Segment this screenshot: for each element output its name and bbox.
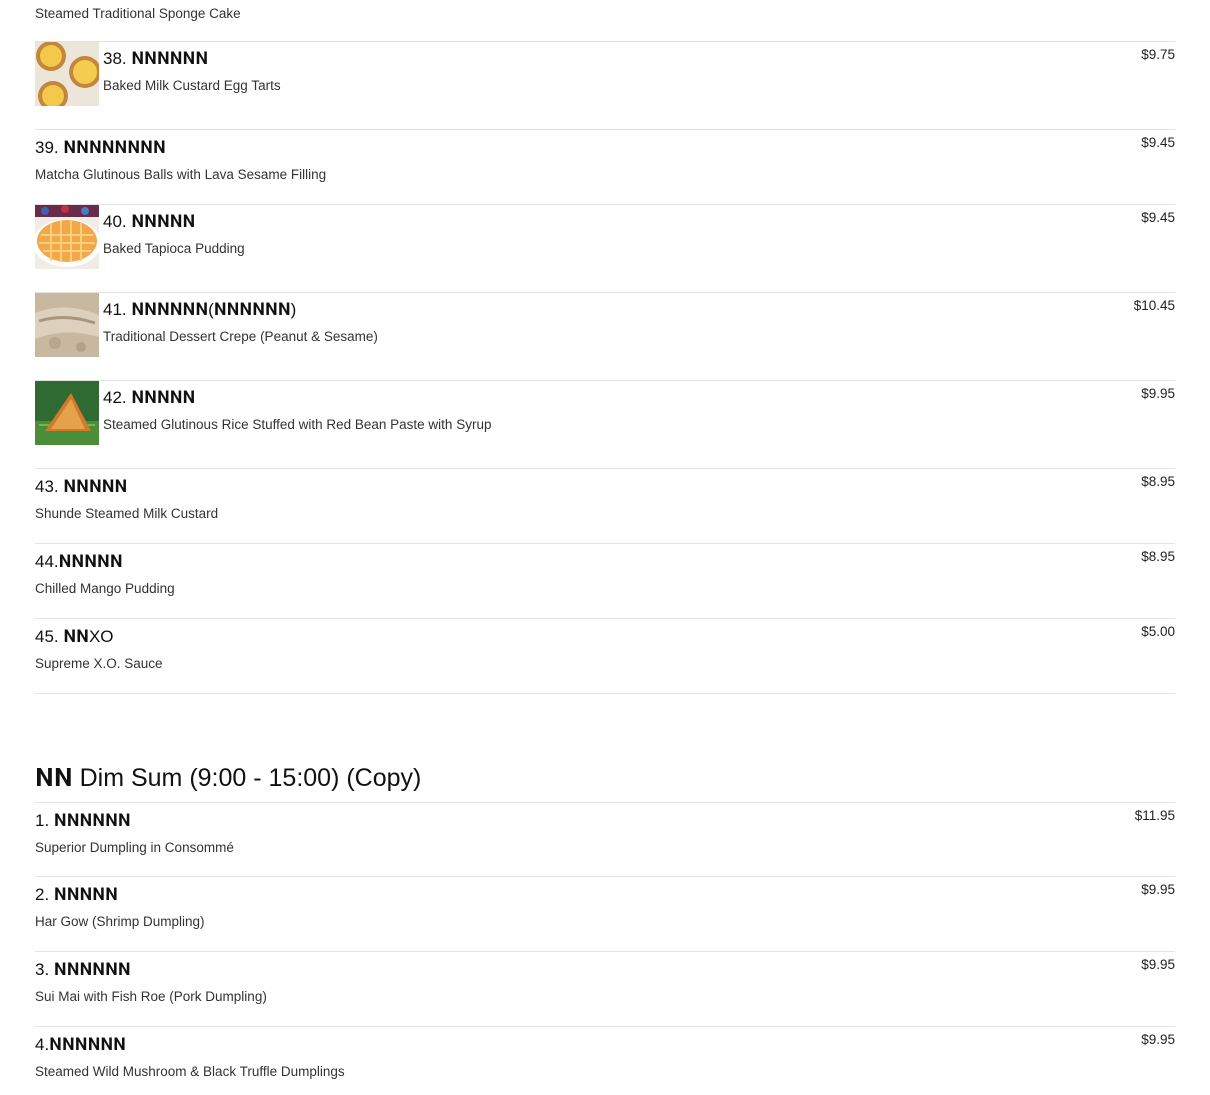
menu-item[interactable]: 1. 𝐍𝐍𝐍𝐍𝐍𝐍 Superior Dumpling in Consommé … <box>35 803 1175 877</box>
item-name: 40. 𝐍𝐍𝐍𝐍𝐍 <box>103 212 196 231</box>
menu-item[interactable]: 3. 𝐍𝐍𝐍𝐍𝐍𝐍 Sui Mai with Fish Roe (Pork Du… <box>35 952 1175 1027</box>
menu-item[interactable]: 43. 𝐍𝐍𝐍𝐍𝐍 Shunde Steamed Milk Custard $8… <box>35 469 1175 544</box>
menu-item[interactable]: 40. 𝐍𝐍𝐍𝐍𝐍 Baked Tapioca Pudding $9.45 <box>35 205 1175 293</box>
item-description: Sui Mai with Fish Roe (Pork Dumpling) <box>35 989 267 1004</box>
item-description: Steamed Glutinous Rice Stuffed with Red … <box>103 417 492 432</box>
item-name: 43. 𝐍𝐍𝐍𝐍𝐍 <box>35 477 128 496</box>
item-name: 42. 𝐍𝐍𝐍𝐍𝐍 <box>103 388 196 407</box>
egg-tarts-photo <box>35 42 99 106</box>
item-name: 3. 𝐍𝐍𝐍𝐍𝐍𝐍 <box>35 960 131 979</box>
menu-item[interactable]: 42. 𝐍𝐍𝐍𝐍𝐍 Steamed Glutinous Rice Stuffed… <box>35 381 1175 469</box>
item-description: Har Gow (Shrimp Dumpling) <box>35 914 205 929</box>
menu-list: Steamed Traditional Sponge Cake 38. 𝐍𝐍𝐍𝐍… <box>35 0 1175 1095</box>
item-price: $10.45 <box>1133 298 1175 313</box>
item-price: $9.95 <box>1141 882 1175 897</box>
item-name: 4.𝐍𝐍𝐍𝐍𝐍𝐍 <box>35 1035 126 1054</box>
item-price: $8.95 <box>1141 474 1175 489</box>
menu-item[interactable]: 4.𝐍𝐍𝐍𝐍𝐍𝐍 Steamed Wild Mushroom & Black T… <box>35 1027 1175 1095</box>
item-name: 38. 𝐍𝐍𝐍𝐍𝐍𝐍 <box>103 49 209 68</box>
menu-item[interactable]: 44.𝐍𝐍𝐍𝐍𝐍 Chilled Mango Pudding $8.95 <box>35 544 1175 619</box>
item-name: 41. 𝐍𝐍𝐍𝐍𝐍𝐍(𝐍𝐍𝐍𝐍𝐍𝐍) <box>103 300 297 319</box>
item-description: Superior Dumpling in Consommé <box>35 840 234 855</box>
item-price: $9.45 <box>1141 135 1175 150</box>
item-price: $9.45 <box>1141 210 1175 225</box>
section-title: 𝐍𝐍 Dim Sum (9:00 - 15:00) (Copy) <box>35 752 1175 803</box>
item-description: Supreme X.O. Sauce <box>35 656 163 671</box>
item-description: Baked Milk Custard Egg Tarts <box>103 78 281 93</box>
item-description: Shunde Steamed Milk Custard <box>35 506 219 521</box>
item-description: Chilled Mango Pudding <box>35 581 175 596</box>
menu-item[interactable]: 45. 𝐍𝐍XO Supreme X.O. Sauce $5.00 <box>35 619 1175 694</box>
menu-item[interactable]: 2. 𝐍𝐍𝐍𝐍𝐍 Har Gow (Shrimp Dumpling) $9.95 <box>35 877 1175 952</box>
item-price: $9.95 <box>1141 1032 1175 1047</box>
item-price: $9.95 <box>1141 386 1175 401</box>
menu-item[interactable]: 41. 𝐍𝐍𝐍𝐍𝐍𝐍(𝐍𝐍𝐍𝐍𝐍𝐍) Traditional Dessert C… <box>35 293 1175 381</box>
item-name: 44.𝐍𝐍𝐍𝐍𝐍 <box>35 552 123 571</box>
item-description: Steamed Traditional Sponge Cake <box>35 0 1175 42</box>
item-description: Traditional Dessert Crepe (Peanut & Sesa… <box>103 329 378 344</box>
item-description: Baked Tapioca Pudding <box>103 241 245 256</box>
item-description: Steamed Wild Mushroom & Black Truffle Du… <box>35 1064 345 1079</box>
tapioca-pudding-photo <box>35 205 99 269</box>
item-price: $5.00 <box>1141 624 1175 639</box>
item-description: Matcha Glutinous Balls with Lava Sesame … <box>35 167 327 182</box>
item-name: 39. 𝐍𝐍𝐍𝐍𝐍𝐍𝐍𝐍 <box>35 138 166 157</box>
item-price: $11.95 <box>1134 808 1175 823</box>
item-price: $9.95 <box>1141 957 1175 972</box>
item-name: 2. 𝐍𝐍𝐍𝐍𝐍 <box>35 885 118 904</box>
glutinous-rice-photo <box>35 381 99 445</box>
item-price: $9.75 <box>1141 47 1175 62</box>
menu-item[interactable]: 39. 𝐍𝐍𝐍𝐍𝐍𝐍𝐍𝐍 Matcha Glutinous Balls with… <box>35 130 1175 205</box>
item-name: 45. 𝐍𝐍XO <box>35 627 114 646</box>
menu-item[interactable]: 38. 𝐍𝐍𝐍𝐍𝐍𝐍 Baked Milk Custard Egg Tarts … <box>35 42 1175 130</box>
dessert-crepe-photo <box>35 293 99 357</box>
item-price: $8.95 <box>1141 549 1175 564</box>
item-name: 1. 𝐍𝐍𝐍𝐍𝐍𝐍 <box>35 811 131 830</box>
